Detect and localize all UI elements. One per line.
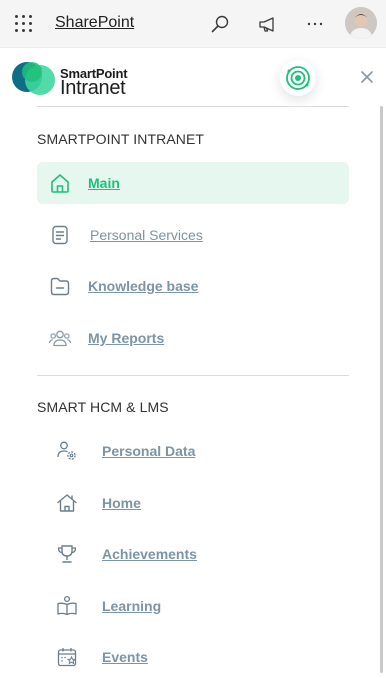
section-divider xyxy=(37,375,349,376)
sharepoint-topbar: SharePoint xyxy=(0,0,386,48)
nav-label-knowledge-base: Knowledge base xyxy=(88,278,199,294)
close-icon[interactable] xyxy=(358,68,376,86)
book-person-icon xyxy=(57,595,77,616)
nav-item-home[interactable]: Home xyxy=(37,482,349,524)
section-title-intranet: SMARTPOINT INTRANET xyxy=(37,131,205,147)
nav-item-personal-data[interactable]: Personal Data xyxy=(37,430,349,472)
nav-label-home: Home xyxy=(102,495,141,511)
nav-label-learning: Learning xyxy=(102,598,162,614)
nav-item-learning[interactable]: Learning xyxy=(37,585,349,627)
header-divider xyxy=(37,106,349,107)
person-settings-icon xyxy=(57,441,76,460)
nav-label-main: Main xyxy=(88,175,120,191)
house-icon xyxy=(57,494,77,512)
trophy-icon xyxy=(57,545,77,563)
folder-icon xyxy=(50,277,70,296)
nav-label-achievements: Achievements xyxy=(102,546,197,562)
app-launcher-icon[interactable] xyxy=(15,15,33,33)
megaphone-icon[interactable] xyxy=(256,12,280,36)
calendar-star-icon xyxy=(57,648,77,667)
nav-label-events: Events xyxy=(102,649,148,665)
nav-label-my-reports: My Reports xyxy=(88,330,165,346)
section-title-hcm-lms: SMART HCM & LMS xyxy=(37,399,169,415)
nav-item-knowledge-base[interactable]: Knowledge base xyxy=(37,265,349,307)
document-icon xyxy=(52,225,68,245)
logo-text-intranet: Intranet xyxy=(60,77,126,99)
nav-item-personal-services[interactable]: Personal Services xyxy=(37,214,349,256)
assistant-button[interactable] xyxy=(280,60,316,96)
nav-item-events[interactable]: Events xyxy=(37,636,349,678)
more-options-icon[interactable] xyxy=(303,12,327,36)
assistant-orb-icon xyxy=(286,66,310,90)
sharepoint-link[interactable]: SharePoint xyxy=(55,14,134,32)
nav-label-personal-services: Personal Services xyxy=(90,227,203,243)
people-icon xyxy=(48,330,72,347)
user-avatar[interactable] xyxy=(345,7,377,39)
nav-item-my-reports[interactable]: My Reports xyxy=(37,317,349,359)
nav-label-personal-data: Personal Data xyxy=(102,443,196,459)
panel-scrollbar[interactable] xyxy=(380,106,383,673)
search-icon[interactable] xyxy=(208,12,232,36)
nav-item-achievements[interactable]: Achievements xyxy=(37,533,349,575)
nav-item-main[interactable]: Main xyxy=(37,162,349,204)
home-icon xyxy=(51,174,69,193)
